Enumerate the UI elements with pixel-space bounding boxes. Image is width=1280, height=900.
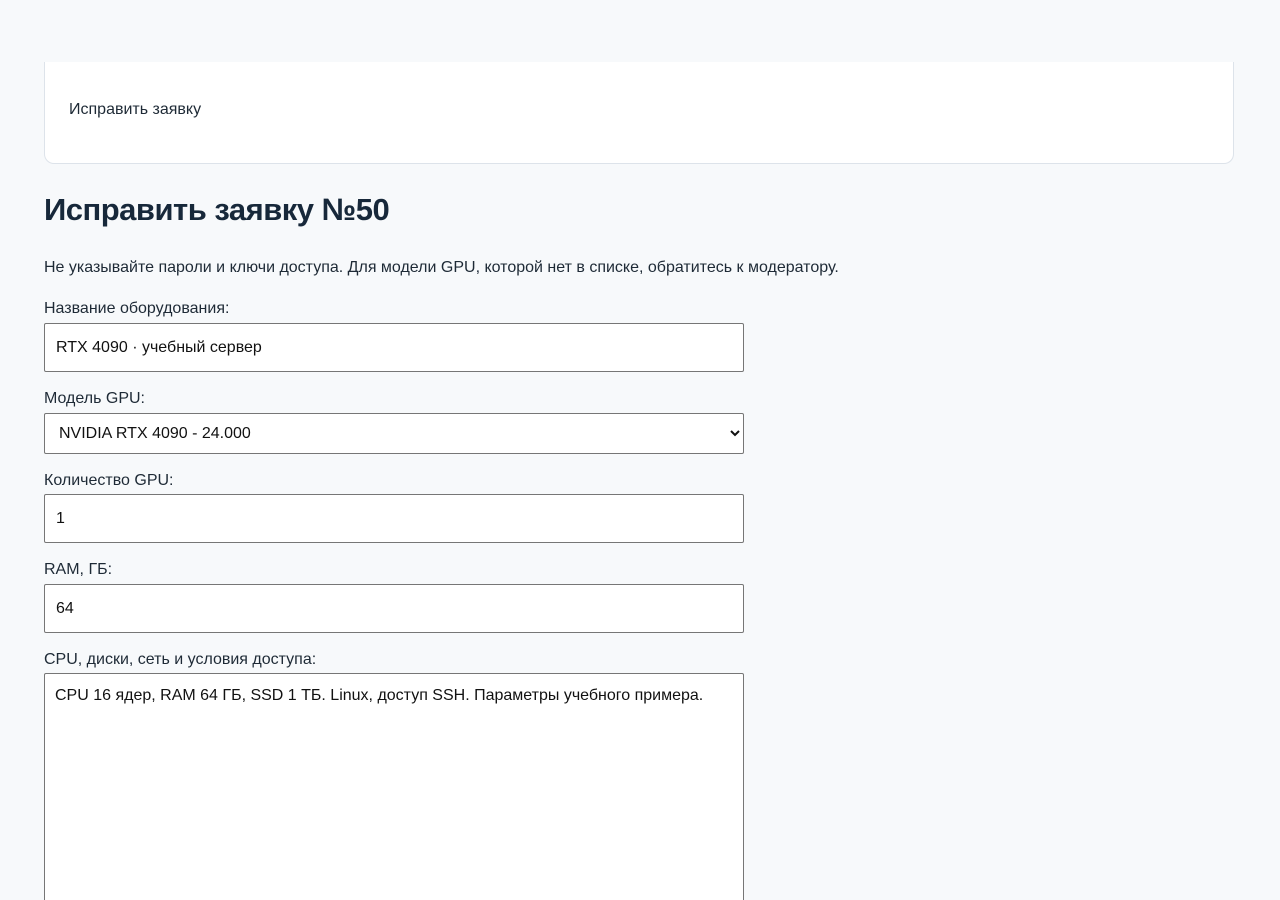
details-label: CPU, диски, сеть и условия доступа: <box>44 651 317 668</box>
banner: Исправить заявку <box>44 62 1234 164</box>
banner-text: Исправить заявку <box>69 101 202 118</box>
page-title: Исправить заявку №50 <box>44 192 390 227</box>
page: Исправить заявку Исправить заявку №50 Не… <box>0 0 1280 900</box>
details-textarea[interactable]: CPU 16 ядер, RAM 64 ГБ, SSD 1 ТБ. Linux,… <box>44 673 744 900</box>
equipment-name-input[interactable] <box>44 323 744 372</box>
form-hint: Не указывайте пароли и ключи доступа. Дл… <box>44 259 839 276</box>
gpu-model-select[interactable]: NVIDIA RTX 4090 - 24.000 <box>44 413 744 454</box>
ram-label: RAM, ГБ: <box>44 561 113 578</box>
equipment-name-label: Название оборудования: <box>44 300 230 317</box>
gpu-count-label: Количество GPU: <box>44 472 174 489</box>
gpu-count-input[interactable] <box>44 494 744 543</box>
gpu-model-label: Модель GPU: <box>44 390 145 407</box>
ram-input[interactable] <box>44 584 744 633</box>
